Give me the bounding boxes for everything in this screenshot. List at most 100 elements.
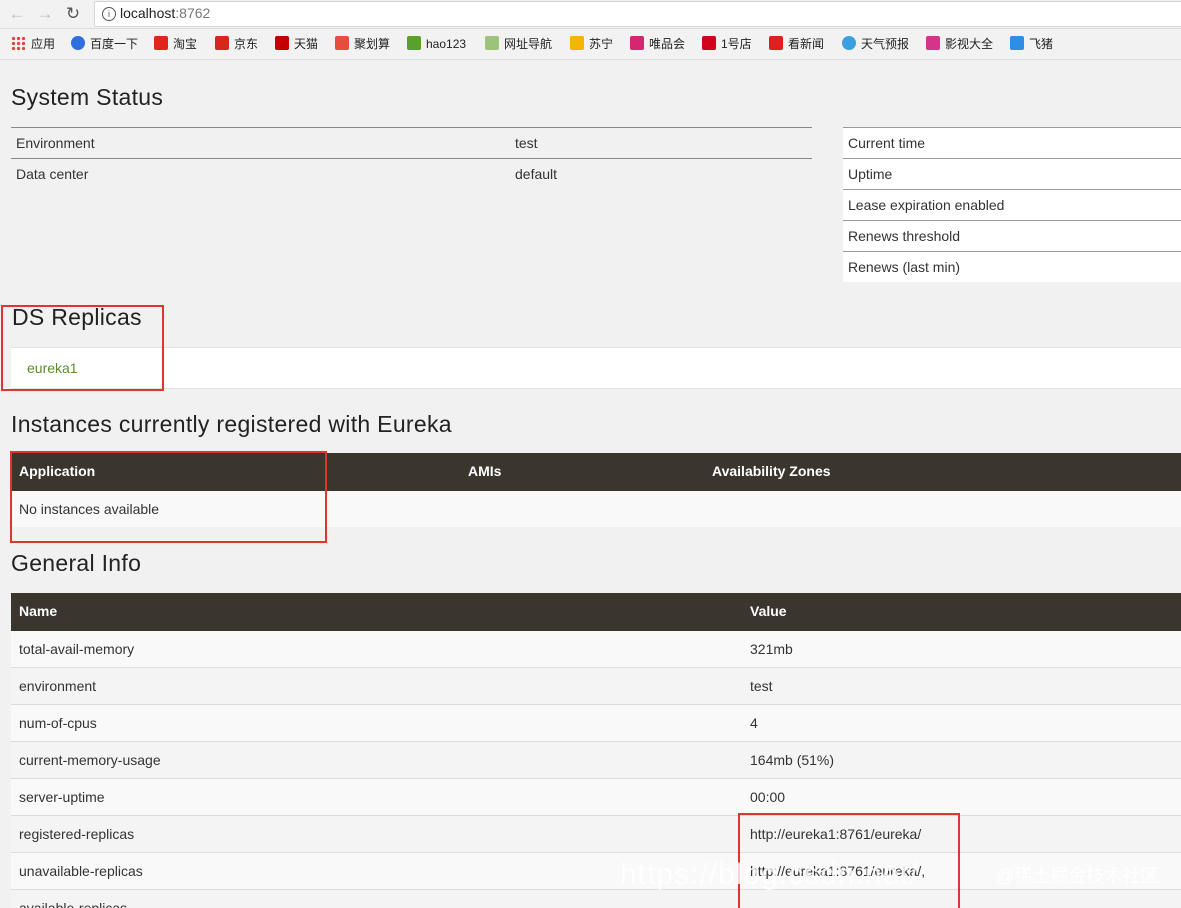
annotation-box [10,451,327,543]
bookmark-label: hao123 [426,37,467,51]
column-availability-zones: Availability Zones [712,463,831,479]
bookmark-yhd[interactable]: 1号店 [702,36,752,52]
info-name: num-of-cpus [19,715,97,731]
general-info-table-header: Name Value [11,593,1181,631]
jd-icon [215,36,229,50]
baidu-paw-icon [71,36,85,50]
bookmark-suning[interactable]: 苏宁 [570,36,613,52]
column-name: Name [19,603,58,619]
status-label-datacenter: Data center [16,166,89,182]
info-name: total-avail-memory [19,641,135,657]
play-icon [926,36,940,50]
info-name: environment [19,678,97,694]
info-name: current-memory-usage [19,752,161,768]
bookmark-juhuasuan[interactable]: 聚划算 [335,36,390,52]
bookmark-label: 天猫 [294,37,319,51]
bookmark-label: 看新闻 [788,37,825,51]
bookmark-tmall[interactable]: 天猫 [275,36,318,52]
table-row: current-memory-usage 164mb (51%) [11,742,1181,779]
table-row: server-uptime 00:00 [11,779,1181,816]
status-row-uptime: Uptime [843,158,1181,189]
status-row-current-time: Current time [843,127,1181,158]
bookmark-label: 京东 [234,37,259,51]
info-icon[interactable]: i [102,7,116,21]
table-row: registered-replicas http://eureka1:8761/… [11,816,1181,853]
status-label: Renews threshold [848,228,961,244]
system-status-title: System Status [11,84,164,110]
status-label: Lease expiration enabled [848,197,1005,213]
watermark-url: https://blog.csdn.net/ [620,858,919,891]
address-bar[interactable]: i localhost:8762 [94,1,1181,27]
table-row: num-of-cpus 4 [11,705,1181,742]
status-label-environment: Environment [16,135,95,151]
bookmark-fliggy[interactable]: 飞猪 [1010,36,1053,52]
info-value: 00:00 [750,789,786,805]
column-amis: AMIs [468,463,502,479]
bookmark-video[interactable]: 影视大全 [926,36,993,52]
column-value: Value [750,603,787,619]
info-name: available-replicas [19,900,128,908]
annotation-box [1,305,164,391]
info-name: server-uptime [19,789,105,805]
taobao-icon [154,36,168,50]
browser-toolbar: ← → ↻ i localhost:8762 [0,0,1181,29]
bookmark-hao123[interactable]: hao123 [407,36,466,52]
bookmark-news[interactable]: 看新闻 [769,36,824,52]
apps-grid-icon [11,36,25,50]
general-info-title: General Info [11,550,142,576]
table-row: available-replicas [11,890,1181,908]
bookmark-label: 1号店 [721,37,752,51]
status-row-lease-expiration: Lease expiration enabled [843,189,1181,220]
hao123-icon [407,36,421,50]
bookmark-label: 应用 [31,37,56,51]
juhuasuan-icon [335,36,349,50]
nav-site-icon [485,36,499,50]
bookmark-label: 飞猪 [1029,37,1054,51]
bookmark-taobao[interactable]: 淘宝 [154,36,197,52]
bookmark-baidu[interactable]: 百度一下 [71,36,138,52]
table-row: total-avail-memory 321mb [11,631,1181,668]
bookmark-label: 苏宁 [589,37,614,51]
bookmark-vip[interactable]: 唯品会 [630,36,685,52]
url-text[interactable]: localhost:8762 [120,5,210,21]
url-host: localhost [120,5,176,21]
bookmarks-bar: 应用 百度一下 淘宝 京东 天猫 聚划算 hao123 网址导航 苏宁 唯品会 … [0,29,1181,60]
yhd-icon [702,36,716,50]
status-value-environment: test [515,135,538,151]
status-row-renews-last-min: Renews (last min) [843,251,1181,282]
bookmark-label: 影视大全 [945,37,994,51]
bookmark-jd[interactable]: 京东 [215,36,258,52]
tmall-icon [275,36,289,50]
bookmark-label: 网址导航 [504,37,553,51]
bookmark-apps[interactable]: 应用 [11,36,55,52]
bookmark-label: 天气预报 [861,37,910,51]
url-port: :8762 [175,5,211,21]
info-name: unavailable-replicas [19,863,143,879]
arrow-left-icon[interactable]: ← [6,3,28,25]
fliggy-icon [1010,36,1024,50]
arrow-right-icon[interactable]: → [34,3,56,25]
suning-icon [570,36,584,50]
info-value: test [750,678,773,694]
bookmark-label: 唯品会 [649,37,686,51]
reload-icon[interactable]: ↻ [62,3,84,25]
info-value: 164mb (51%) [750,752,835,768]
status-value-datacenter: default [515,166,558,182]
bookmark-7654[interactable]: 网址导航 [485,36,552,52]
info-value: 4 [750,715,758,731]
status-label: Renews (last min) [848,259,961,275]
divider [11,158,812,159]
status-row-renews-threshold: Renews threshold [843,220,1181,251]
status-label: Current time [848,135,926,151]
watermark-site: @稀土掘金技术社区 [996,866,1159,886]
instances-title: Instances currently registered with Eure… [11,411,452,437]
info-name: registered-replicas [19,826,135,842]
bookmark-label: 百度一下 [90,37,139,51]
status-label: Uptime [848,166,893,182]
ds-replicas-list: eureka1 [11,347,1181,389]
table-row: environment test [11,668,1181,705]
bookmark-label: 聚划算 [354,37,391,51]
bookmark-label: 淘宝 [173,37,198,51]
bookmark-weather[interactable]: 天气预报 [842,36,909,52]
news-icon [769,36,783,50]
